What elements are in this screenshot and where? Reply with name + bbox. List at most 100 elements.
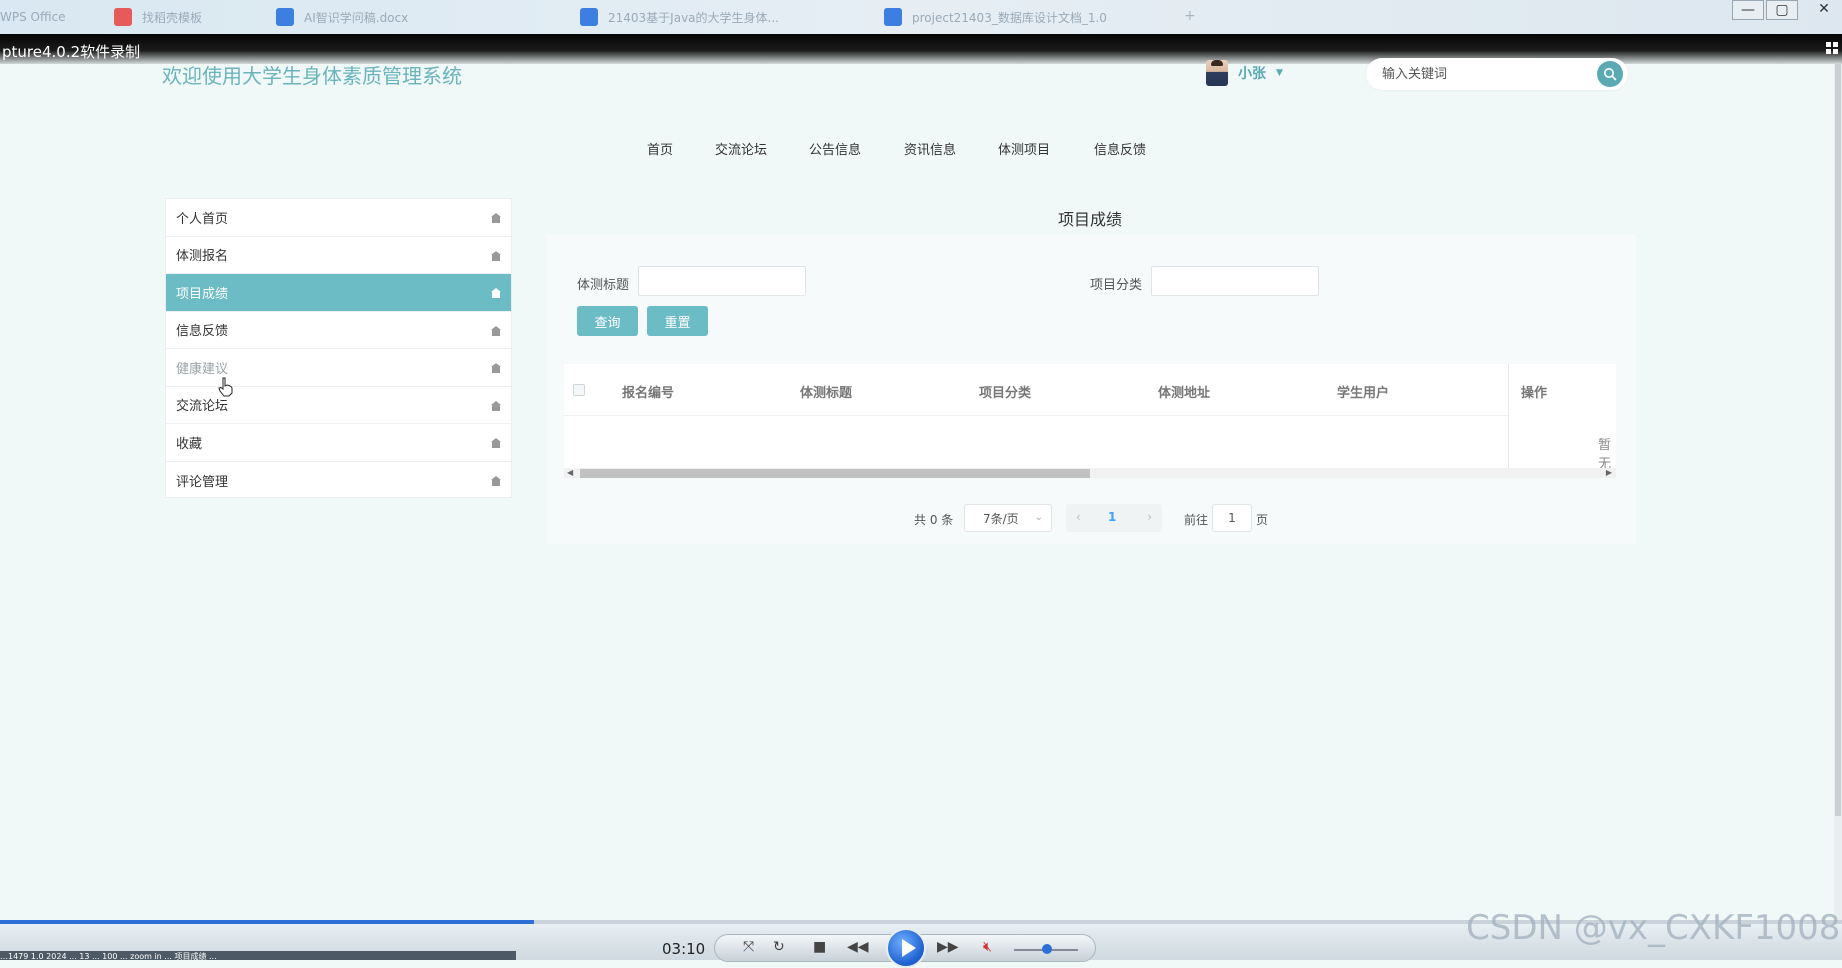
page-size-select[interactable]: 7条/页 ⌄ [964, 504, 1052, 532]
home-icon [491, 438, 501, 448]
fullscreen-icon[interactable]: ⤧ [743, 939, 754, 955]
page-suffix: 页 [1256, 513, 1269, 527]
home-icon [491, 400, 501, 411]
doc-icon [884, 8, 902, 26]
play-button[interactable] [886, 928, 926, 968]
nav-feedback[interactable]: 信息反馈 [1094, 139, 1146, 158]
sidebar-item-label: 体测报名 [176, 249, 229, 265]
query-button[interactable]: 查询 [577, 306, 638, 336]
table-header: 报名编号 体测标题 项目分类 体测地址 学生用户 [564, 364, 1616, 416]
home-icon [491, 325, 501, 336]
goto-page-input[interactable]: 1 [1212, 504, 1252, 532]
browser-tab-project[interactable]: 21403基于Java的大学生身体... [580, 6, 804, 28]
column-header-category[interactable]: 项目分类 [979, 382, 1031, 401]
sidebar-item-label: 评论管理 [176, 474, 229, 490]
stop-icon[interactable]: ■ [813, 939, 826, 955]
title-filter-input[interactable] [638, 266, 806, 296]
tab-title: AI智识学问稿.docx [304, 10, 409, 25]
browser-tab-strip: WPS Office 找稻壳模板 AI智识学问稿.docx 21403基于Jav… [0, 0, 1842, 34]
hand-cursor-icon [218, 377, 234, 402]
column-header-address[interactable]: 体测地址 [1158, 382, 1210, 401]
title-filter-label: 体测标题 [577, 278, 630, 293]
search-icon [1604, 68, 1617, 81]
total-count: 共 0 条 [914, 513, 954, 527]
scroll-right-icon[interactable]: ▶ [1606, 468, 1612, 478]
search-button[interactable] [1597, 61, 1623, 87]
current-page-number[interactable]: 1 [1108, 510, 1116, 524]
fast-forward-icon[interactable]: ▶▶ [937, 939, 959, 955]
reset-button[interactable]: 重置 [647, 306, 708, 336]
watermark: CSDN @vx_CXKF10088 [1466, 908, 1842, 948]
search-box [1366, 58, 1628, 90]
browser-tab-template[interactable]: 找稻壳模板 [114, 6, 254, 28]
page-title: 项目成绩 [1058, 210, 1123, 229]
tab-title: WPS Office [0, 10, 66, 24]
goto-label: 前往 [1184, 513, 1209, 527]
sidebar-item-label: 信息反馈 [176, 324, 229, 340]
horizontal-scrollbar[interactable]: ◀ ▶ [564, 468, 1616, 478]
scrollbar-thumb[interactable] [1835, 64, 1841, 816]
loop-icon[interactable]: ↻ [773, 939, 785, 955]
scroll-left-icon[interactable]: ◀ [567, 468, 573, 478]
sidebar-item-favorites[interactable]: 收藏 [166, 424, 511, 462]
new-tab-button[interactable]: + [1184, 8, 1196, 24]
scores-table: 报名编号 体测标题 项目分类 体测地址 学生用户 操作 暂无 ◀ ▶ [564, 364, 1616, 478]
home-icon [491, 475, 501, 486]
mute-icon[interactable]: 🔇︎ [983, 939, 992, 955]
main-panel: 体测标题 项目分类 查询 重置 报名编号 体测标题 项目分类 体测地址 学生用户… [546, 234, 1636, 544]
player-info-text: …1479 1.0 2024 ... 13 ... 100 ... zoom i… [0, 951, 516, 960]
doc-icon [580, 8, 598, 26]
empty-table-text: 暂无 [1598, 438, 1612, 472]
category-filter-input[interactable] [1151, 266, 1319, 296]
sidebar-item-comments[interactable]: 评论管理 [166, 462, 511, 500]
sidebar-item-label: 收藏 [176, 436, 203, 452]
minimize-button[interactable]: — [1732, 0, 1764, 20]
nav-notice[interactable]: 公告信息 [809, 139, 861, 158]
next-page-icon[interactable]: › [1147, 510, 1152, 524]
tab-title: project21403_数据库设计文档_1.0 [912, 10, 1107, 25]
browser-tab-doc[interactable]: AI智识学问稿.docx [276, 6, 476, 28]
tab-title: 找稻壳模板 [142, 10, 203, 25]
prev-page-icon[interactable]: ‹ [1076, 510, 1081, 524]
close-button[interactable]: ✕ [1808, 0, 1840, 20]
chevron-down-icon: ⌄ [1034, 512, 1043, 523]
sidebar-item-feedback[interactable]: 信息反馈 [166, 312, 511, 349]
home-icon [491, 250, 501, 261]
home-icon [491, 363, 501, 373]
sidebar-item-label: 健康建议 [176, 361, 229, 377]
home-icon [491, 213, 501, 223]
sidebar-item-scores[interactable]: 项目成绩 [166, 274, 511, 312]
sidebar-item-profile[interactable]: 个人首页 [166, 199, 511, 237]
browser-tab-db-doc[interactable]: project21403_数据库设计文档_1.0 [884, 6, 1154, 28]
sidebar-item-signup[interactable]: 体测报名 [166, 237, 511, 274]
recorder-title: pture4.0.2软件录制 [2, 43, 141, 61]
tab-title: 21403基于Java的大学生身体... [608, 10, 779, 25]
browser-tab-wps[interactable]: WPS Office [0, 6, 90, 28]
nav-forum[interactable]: 交流论坛 [715, 139, 767, 158]
sidebar-item-label: 项目成绩 [176, 286, 229, 302]
sidebar: 个人首页 体测报名 项目成绩 信息反馈 健康建议 交流论坛 收藏 评论管理 [165, 198, 512, 498]
nav-home[interactable]: 首页 [647, 139, 673, 158]
page-size-value: 7条/页 [983, 511, 1019, 526]
column-header-test-title[interactable]: 体测标题 [800, 382, 852, 401]
search-input[interactable] [1380, 64, 1580, 84]
nav-news[interactable]: 资讯信息 [904, 139, 956, 158]
maximize-button[interactable]: ▢ [1766, 0, 1798, 20]
column-header-student[interactable]: 学生用户 [1337, 382, 1389, 401]
column-header-action: 操作 [1521, 386, 1548, 401]
doc-icon [276, 8, 294, 26]
scrollbar-thumb[interactable] [580, 469, 1090, 478]
rewind-icon[interactable]: ◀◀ [847, 939, 869, 955]
site-title: 欢迎使用大学生身体素质管理系统 [162, 64, 462, 88]
playback-time: 03:10 [662, 940, 706, 958]
vertical-scrollbar[interactable] [1834, 64, 1842, 924]
select-all-checkbox[interactable] [573, 384, 585, 396]
nav-test-items[interactable]: 体测项目 [998, 139, 1050, 158]
pagination: 共 0 条 7条/页 ⌄ ‹ 1 › 前往 1 页 [546, 504, 1636, 532]
volume-knob[interactable] [1042, 944, 1052, 954]
user-menu[interactable]: 小张 ▼ [1206, 60, 1283, 86]
column-header-signup-id[interactable]: 报名编号 [622, 382, 674, 401]
user-name: 小张 [1238, 66, 1266, 82]
page-navigator: ‹ 1 › [1066, 504, 1162, 532]
grid-icon[interactable] [1826, 42, 1838, 58]
